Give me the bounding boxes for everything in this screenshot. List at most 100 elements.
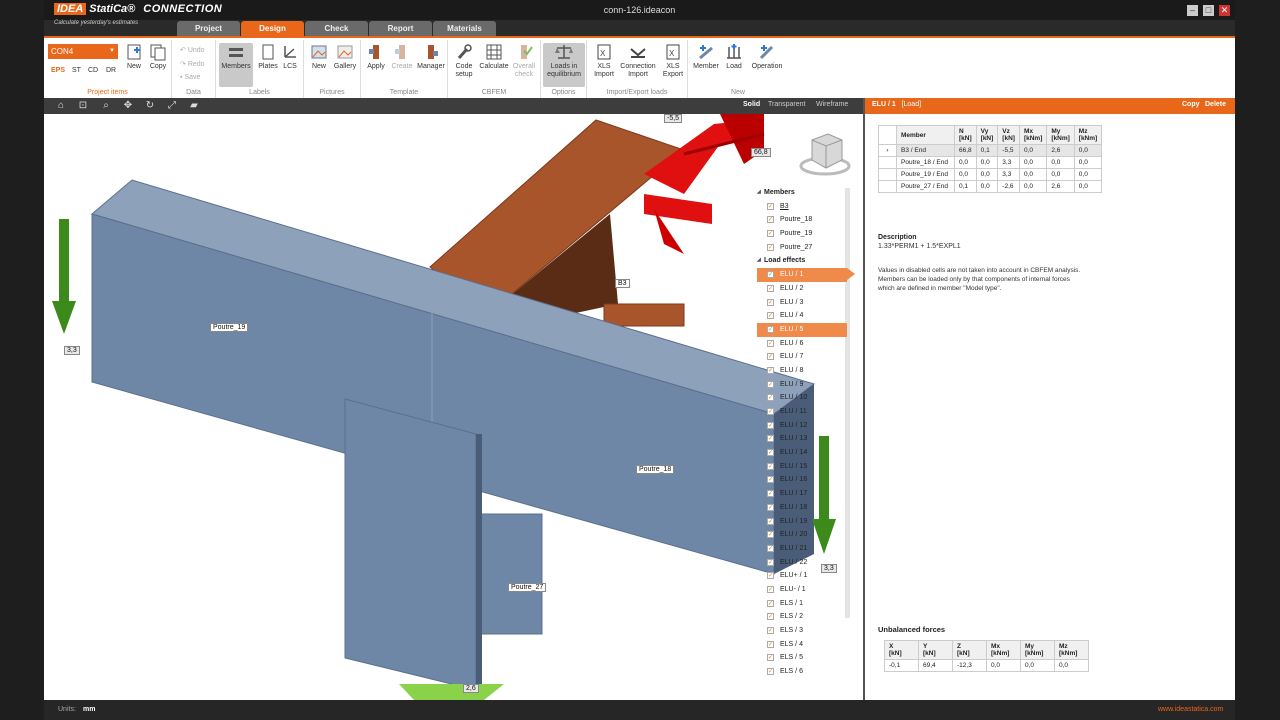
checkbox-icon[interactable]: ✓ [767, 572, 774, 580]
type-cd[interactable]: CD [88, 67, 98, 74]
apply-template-button[interactable]: Apply [362, 43, 390, 71]
tab-check[interactable]: Check [305, 21, 368, 36]
checkbox-icon[interactable]: ✓ [767, 449, 774, 457]
value-cell[interactable]: 66,8 [954, 144, 977, 157]
checkbox-icon[interactable]: ✓ [767, 353, 774, 361]
checkbox-icon[interactable]: ✓ [767, 544, 774, 552]
tree-load-effect[interactable]: ✓ ELU / 7 [757, 350, 859, 364]
model-drawing[interactable] [44, 114, 863, 700]
value-cell[interactable]: 0,0 [1046, 156, 1075, 169]
tree-load-effect[interactable]: ✓ ELS / 1 [757, 597, 859, 611]
tree-load-effect[interactable]: ✓ ELU / 8 [757, 364, 859, 378]
mode-solid[interactable]: Solid [743, 101, 760, 108]
tree-load-effect[interactable]: ✓ ELU / 12 [757, 419, 859, 433]
project-item-dropdown[interactable]: CON4 ▼ [48, 44, 118, 59]
value-cell[interactable]: 2,6 [1046, 180, 1075, 193]
members-labels-button[interactable]: Members [219, 43, 253, 87]
checkbox-icon[interactable]: ✓ [767, 271, 774, 279]
tree-load-effect[interactable]: ✓ ELU / 22 [757, 556, 859, 570]
units-value[interactable]: mm [83, 706, 95, 713]
table-row[interactable]: Poutre_18 / End 0,0 0,0 3,3 0,0 0,0 0,0 [878, 156, 1103, 169]
zoom-icon[interactable]: ⌕ [100, 100, 112, 112]
checkbox-icon[interactable]: ✓ [767, 613, 774, 621]
code-setup-button[interactable]: Code setup [450, 43, 478, 79]
tree-load-effect[interactable]: ✓ ELU / 13 [757, 432, 859, 446]
tree-load-effect[interactable]: ✓ ELU / 10 [757, 391, 859, 405]
tree-member-poutre-27[interactable]: ✓ Poutre_27 [757, 241, 859, 255]
mode-transparent[interactable]: Transparent [768, 101, 805, 108]
tree-load-effect[interactable]: ✓ ELU / 4 [757, 309, 859, 323]
connection-import-button[interactable]: Connection Import [619, 43, 657, 79]
tree-load-effect[interactable]: ✓ ELU / 16 [757, 473, 859, 487]
tree-load-effect[interactable]: ✓ ELS / 6 [757, 665, 859, 679]
3d-viewport[interactable]: Poutre_19 Poutre_18 Poutre_27 B3 3,3 -5,… [44, 114, 863, 700]
save-button[interactable]: ▪ Save [180, 74, 200, 81]
calculate-button[interactable]: Calculate [478, 43, 510, 71]
mode-wireframe[interactable]: Wireframe [816, 101, 848, 108]
zoom-window-icon[interactable]: ⊡ [77, 100, 89, 112]
checkbox-icon[interactable]: ✓ [767, 599, 774, 607]
tree-load-effect[interactable]: ✓ ELU / 20 [757, 528, 859, 542]
description-value[interactable]: 1.33*PERM1 + 1.5*EXPL1 [878, 243, 961, 250]
tree-load-effect[interactable]: ✓ ELU / 6 [757, 337, 859, 351]
tree-load-effect[interactable]: ✓ ELU / 5 [757, 322, 847, 337]
checkbox-icon[interactable]: ✓ [767, 298, 774, 306]
home-view-icon[interactable]: ⌂ [55, 100, 67, 112]
value-cell[interactable]: 0,1 [954, 180, 977, 193]
value-cell[interactable]: 0,0 [954, 168, 977, 181]
tree-member-b3[interactable]: ✓ B3 [757, 200, 859, 214]
tab-materials[interactable]: Materials [433, 21, 496, 36]
tree-load-effect[interactable]: ✓ ELU / 2 [757, 282, 859, 296]
tree-load-effect[interactable]: ✓ ELU / 14 [757, 446, 859, 460]
checkbox-icon[interactable]: ✓ [767, 243, 774, 251]
new-load-button[interactable]: Load [720, 43, 748, 71]
table-row[interactable]: Poutre_19 / End 0,0 0,0 3,3 0,0 0,0 0,0 [878, 168, 1103, 181]
zoom-extents-icon[interactable]: ⤢ [166, 100, 178, 112]
tree-member-poutre-18[interactable]: ✓ Poutre_18 [757, 213, 859, 227]
screenshot-icon[interactable]: ▰ [188, 100, 200, 112]
pan-icon[interactable]: ✥ [122, 100, 134, 112]
checkbox-icon[interactable]: ✓ [767, 654, 774, 662]
load-effects-header[interactable]: Load effects [757, 254, 859, 268]
value-cell[interactable]: 0,0 [1073, 168, 1103, 181]
tree-load-effect[interactable]: ✓ ELU / 1 [757, 268, 855, 282]
value-cell[interactable]: 0,0 [1018, 168, 1048, 181]
value-cell[interactable]: -5,5 [997, 144, 1020, 157]
tree-load-effect[interactable]: ✓ ELU- / 1 [757, 583, 859, 597]
tab-report[interactable]: Report [369, 21, 432, 36]
tree-load-effect[interactable]: ✓ ELU+ / 1 [757, 569, 859, 583]
checkbox-icon[interactable]: ✓ [767, 476, 774, 484]
value-cell[interactable]: 0,0 [1073, 156, 1103, 169]
checkbox-icon[interactable]: ✓ [767, 585, 774, 593]
checkbox-icon[interactable]: ✓ [767, 394, 774, 402]
template-manager-button[interactable]: Manager [415, 43, 447, 71]
value-cell[interactable]: 0,0 [1073, 180, 1103, 193]
tree-load-effect[interactable]: ✓ ELS / 2 [757, 610, 859, 624]
value-cell[interactable]: 0,0 [1046, 168, 1075, 181]
create-template-button[interactable]: Create [388, 43, 416, 71]
xls-import-button[interactable]: X XLS Import [590, 43, 618, 79]
checkbox-icon[interactable]: ✓ [767, 202, 774, 210]
maximize-icon[interactable]: □ [1203, 5, 1214, 16]
checkbox-icon[interactable]: ✓ [767, 640, 774, 648]
copy-item-button[interactable]: Copy [144, 43, 172, 71]
copy-load-button[interactable]: Copy [1182, 101, 1200, 108]
checkbox-icon[interactable]: ✓ [767, 216, 774, 224]
view-cube[interactable] [798, 128, 852, 178]
value-cell[interactable]: 0,0 [975, 168, 999, 181]
row-expander-icon[interactable]: › [878, 144, 897, 157]
tree-load-effect[interactable]: ✓ ELS / 4 [757, 638, 859, 652]
tree-load-effect[interactable]: ✓ ELU / 19 [757, 515, 859, 529]
checkbox-icon[interactable]: ✓ [767, 435, 774, 443]
checkbox-icon[interactable]: ✓ [767, 517, 774, 525]
value-cell[interactable]: 0,0 [1018, 156, 1048, 169]
website-link[interactable]: www.ideastatica.com [1158, 706, 1223, 713]
checkbox-icon[interactable]: ✓ [767, 312, 774, 320]
checkbox-icon[interactable]: ✓ [767, 627, 774, 634]
xls-export-button[interactable]: X XLS Export [659, 43, 687, 79]
tree-load-effect[interactable]: ✓ ELU / 15 [757, 460, 859, 474]
checkbox-icon[interactable]: ✓ [767, 339, 774, 347]
tree-load-effect[interactable]: ✓ ELS / 5 [757, 651, 859, 665]
value-cell[interactable]: 0,0 [954, 156, 977, 169]
checkbox-icon[interactable]: ✓ [767, 408, 774, 415]
